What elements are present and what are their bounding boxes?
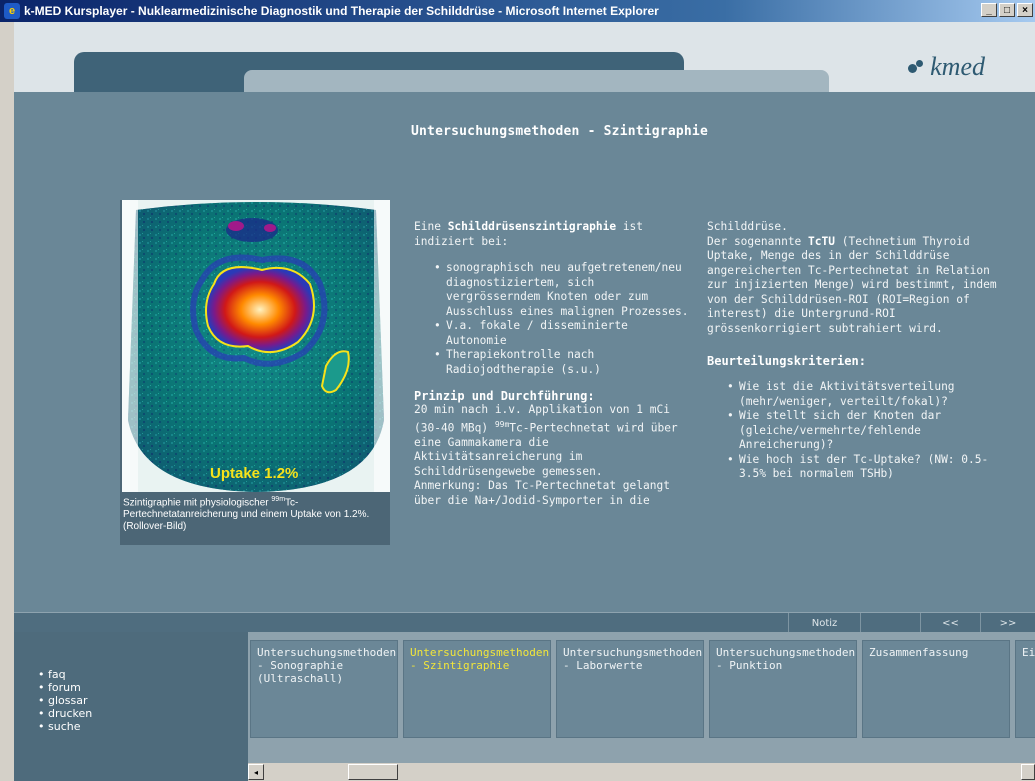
logo-dots-icon (908, 58, 926, 76)
list-item: Wie ist die Aktivitätsverteilung (mehr/w… (727, 380, 997, 409)
list-item: Therapiekontrolle nach Radiojodtherapie … (434, 348, 689, 377)
menu-item-suche[interactable]: suche (38, 720, 92, 733)
principle-heading: Prinzip und Durchführung: (414, 389, 595, 403)
page-title: Untersuchungsmethoden - Szintigraphie (411, 124, 708, 139)
note-button[interactable]: Notiz (788, 613, 860, 633)
chapter-card-laborwerte[interactable]: Untersuchungsmethoden - Laborwerte (556, 640, 704, 738)
horizontal-scrollbar[interactable]: ◂ (248, 763, 1035, 781)
nav-spacer (860, 613, 920, 633)
scintigraphy-image[interactable]: Uptake 1.2% (122, 200, 390, 492)
intro-bold: Schilddrüsenszintigraphie (447, 220, 617, 233)
scroll-thumb[interactable] (348, 764, 398, 780)
list-item: V.a. fokale / disseminierte Autonomie (434, 319, 689, 348)
caption-sup: 99m (271, 496, 286, 503)
window-titlebar: e k-MED Kursplayer - Nuklearmedizinische… (0, 0, 1035, 22)
scroll-right-icon[interactable] (1021, 764, 1035, 780)
text-column-right: Schilddrüse. Der sogenannte TcTU (Techne… (707, 220, 997, 482)
list-item: Wie hoch ist der Tc-Uptake? (NW: 0.5-3.5… (727, 453, 997, 482)
caption-text-pre: Szintigraphie mit physiologischer (123, 497, 272, 509)
content-area: Untersuchungsmethoden - Szintigraphie Up… (14, 92, 1035, 612)
principle-sup: 99m (494, 419, 510, 429)
window-controls: _ □ × (981, 3, 1033, 17)
menu-item-drucken[interactable]: drucken (38, 707, 92, 720)
menu-item-glossar[interactable]: glossar (38, 694, 92, 707)
text-column-left: Eine Schilddrüsenszintigraphie ist indiz… (414, 220, 689, 508)
intro-pre: Eine (414, 220, 448, 233)
chapter-cards: Untersuchungsmethoden - Sonographie (Ult… (248, 632, 1035, 752)
chapter-card-szintigraphie[interactable]: Untersuchungsmethoden - Szintigraphie (403, 640, 551, 738)
criteria-heading: Beurteilungskriterien: (707, 354, 866, 368)
scroll-left-icon[interactable]: ◂ (248, 764, 264, 780)
tctu-pre: Der sogenannte (707, 234, 809, 248)
chapter-card-punktion[interactable]: Untersuchungsmethoden - Punktion (709, 640, 857, 738)
header: kmed (14, 22, 1035, 92)
chapter-card-sonographie[interactable]: Untersuchungsmethoden - Sonographie (Ult… (250, 640, 398, 738)
uptake-label: Uptake 1.2% (210, 465, 298, 482)
bottom-panel: faq forum glossar drucken suche Untersuc… (14, 632, 1035, 781)
intro-paragraph: Eine Schilddrüsenszintigraphie ist indiz… (414, 220, 689, 249)
close-button[interactable]: × (1017, 3, 1033, 17)
tctu-paragraph: Der sogenannte TcTU (Technetium Thyroid … (707, 235, 997, 337)
tctu-post: (Technetium Thyroid Uptake, Menge des in… (707, 234, 997, 335)
indications-list: sonographisch neu aufgetretenem/neu diag… (434, 261, 689, 377)
maximize-button[interactable]: □ (999, 3, 1015, 17)
header-tab-light (244, 70, 829, 92)
continuation-text: Schilddrüse. (707, 220, 788, 233)
ie-icon: e (4, 3, 20, 19)
list-item: sonographisch neu aufgetretenem/neu diag… (434, 261, 689, 319)
next-page-button[interactable]: >> (980, 613, 1035, 633)
principle-paragraph: 20 min nach i.v. Applikation von 1 mCi (… (414, 403, 689, 479)
scintigraphy-figure[interactable]: Uptake 1.2% Szintigraphie mit physiologi… (120, 200, 390, 545)
header-tab-dark-extension (74, 70, 244, 92)
criteria-list: Wie ist die Aktivitätsverteilung (mehr/w… (727, 380, 997, 482)
tctu-bold: TcTU (808, 234, 835, 248)
minimize-button[interactable]: _ (981, 3, 997, 17)
window-title: k-MED Kursplayer - Nuklearmedizinische D… (24, 4, 659, 18)
note-paragraph: Anmerkung: Das Tc-Pertechnetat gelangt ü… (414, 479, 670, 507)
figure-caption: Szintigraphie mit physiologischer 99mTc-… (122, 494, 390, 533)
menu-item-forum[interactable]: forum (38, 681, 92, 694)
kmed-logo: kmed (908, 52, 985, 82)
menu-item-faq[interactable]: faq (38, 668, 92, 681)
course-player: kmed Untersuchungsmethoden - Szintigraph… (14, 22, 1035, 781)
list-item: Wie stellt sich der Knoten dar (gleiche/… (727, 409, 997, 453)
chapter-card-zusammenfassung[interactable]: Zusammenfassung (862, 640, 1010, 738)
chapter-card-einstieg[interactable]: Einstieg (1015, 640, 1035, 738)
side-menu: faq forum glossar drucken suche (14, 632, 248, 781)
navigation-strip: Notiz << >> (14, 612, 1035, 633)
logo-text: kmed (930, 52, 985, 81)
prev-page-button[interactable]: << (920, 613, 980, 633)
